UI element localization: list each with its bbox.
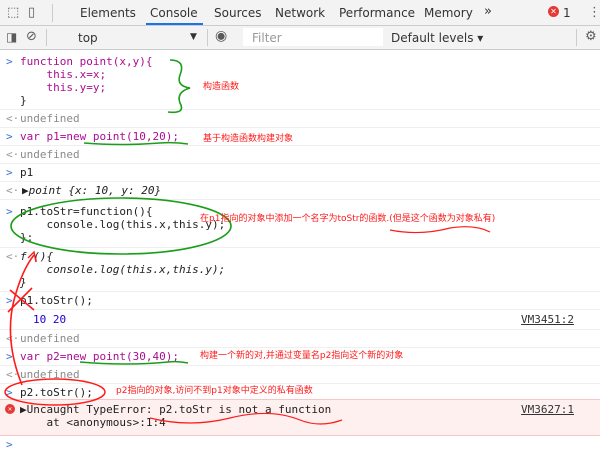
result-text: undefined (20, 368, 80, 381)
result-text: undefined (20, 332, 80, 345)
tab-network[interactable]: Network (275, 6, 325, 20)
result-arrow-icon: <· (6, 250, 20, 263)
annotation-build-object: 基于构造函数构建对象 (203, 134, 294, 144)
row-divider (0, 145, 600, 146)
result-text: console.log(this.x,this.y); (20, 263, 226, 276)
divider (46, 29, 47, 46)
row-divider (0, 365, 600, 366)
clear-console-icon[interactable]: ⊘ (26, 29, 37, 44)
code-line: p1.toStr(); (20, 294, 93, 307)
code-line: p1.toStr=function(){ (20, 205, 153, 218)
console-toolbar: ◨ ⊘ top ▼ ◉ Filter Default levels ▾ ⚙ (0, 26, 600, 50)
device-toolbar-icon[interactable]: ▯ (28, 5, 35, 20)
divider (52, 4, 53, 22)
show-sidebar-icon[interactable]: ◨ (6, 30, 17, 44)
error-message-row: ✕ ▶Uncaught TypeError: p2.toStr is not a… (0, 399, 600, 436)
divider (576, 29, 577, 46)
source-link[interactable]: VM3627:1 (521, 403, 574, 416)
filter-placeholder: Filter (252, 31, 282, 45)
error-count[interactable]: 1 (563, 6, 571, 20)
divider (207, 29, 208, 46)
annotation-constructor: 构造函数 (203, 82, 240, 92)
input-prompt-icon: > (6, 438, 13, 451)
code-line: this.y=y; (20, 81, 107, 94)
result-text: undefined (20, 112, 80, 125)
code-line: var p1=new point(10,20); (20, 130, 179, 143)
context-selector[interactable]: top (78, 31, 98, 45)
code-line: console.log(this.x,this.y); (20, 218, 226, 231)
row-divider (0, 247, 600, 248)
code-line: var p2=new point(30,40); (20, 350, 179, 363)
row-divider (0, 329, 600, 330)
more-options-icon[interactable]: ⋮ (588, 5, 600, 20)
input-prompt-icon: > (6, 55, 13, 68)
row-divider (0, 181, 600, 182)
code-line: }; (20, 231, 34, 244)
code-line: p2.toStr(); (20, 386, 93, 399)
code-line: function point(x,y){ (20, 55, 153, 68)
input-prompt-icon: > (6, 130, 13, 143)
chevron-down-icon[interactable]: ▼ (190, 32, 197, 42)
inspect-element-icon[interactable]: ⬚ (7, 5, 19, 20)
row-divider (0, 127, 600, 128)
input-prompt-icon: > (6, 205, 13, 218)
code-line: p1 (20, 166, 34, 179)
result-arrow-icon: <· (6, 112, 20, 125)
tab-performance[interactable]: Performance (339, 6, 415, 20)
annotation-no-access: p2指向的对象,访问不到p1对象中定义的私有函数 (116, 386, 313, 396)
row-divider (0, 199, 600, 200)
log-levels-dropdown[interactable]: Default levels ▾ (391, 31, 483, 45)
eye-icon[interactable]: ◉ (215, 28, 227, 44)
input-prompt-icon: > (6, 386, 13, 399)
source-link[interactable]: VM3451:2 (521, 313, 574, 326)
error-icon: ✕ (5, 404, 15, 414)
tab-console[interactable]: Console (150, 6, 198, 20)
result-text: } (20, 276, 27, 289)
tab-memory[interactable]: Memory (424, 6, 473, 20)
code-line: this.x=x; (20, 68, 107, 81)
more-tabs-button[interactable]: » (484, 4, 492, 19)
result-arrow-icon: <· (6, 148, 20, 161)
row-divider (0, 291, 600, 292)
result-arrow-icon: <· (6, 368, 20, 381)
result-text: f (){ (20, 250, 54, 263)
row-divider (0, 109, 600, 110)
filter-input[interactable]: Filter (243, 28, 383, 46)
result-arrow-icon: <· (6, 184, 20, 197)
annotation-private-function: 在p1指向的对象中添加一个名字为toStr的函数.(但是这个函数为对象私有) (200, 214, 496, 224)
tab-sources[interactable]: Sources (214, 6, 261, 20)
object-preview-text[interactable]: ▶point {x: 10, y: 20} (22, 184, 161, 197)
result-text: undefined (20, 148, 80, 161)
gear-icon[interactable]: ⚙ (585, 29, 597, 44)
code-line: } (20, 94, 27, 107)
row-divider (0, 163, 600, 164)
error-stack-text: at <anonymous>:1:4 (20, 416, 166, 429)
input-prompt-icon: > (6, 350, 13, 363)
result-arrow-icon: <· (6, 332, 20, 345)
row-divider (0, 309, 600, 310)
input-prompt-icon: > (6, 294, 13, 307)
error-icon[interactable]: ✕ (548, 6, 559, 17)
active-tab-indicator (146, 23, 203, 25)
log-text: 10 20 (33, 313, 67, 326)
annotation-new-object: 构建一个新的对,并通过变量名p2指向这个新的对象 (200, 351, 404, 361)
input-prompt-icon: > (6, 166, 13, 179)
devtools-tabbar: ⬚ ▯ Elements Console Sources Network Per… (0, 0, 600, 26)
tab-elements[interactable]: Elements (80, 6, 136, 20)
error-text[interactable]: ▶Uncaught TypeError: p2.toStr is not a f… (20, 403, 331, 416)
